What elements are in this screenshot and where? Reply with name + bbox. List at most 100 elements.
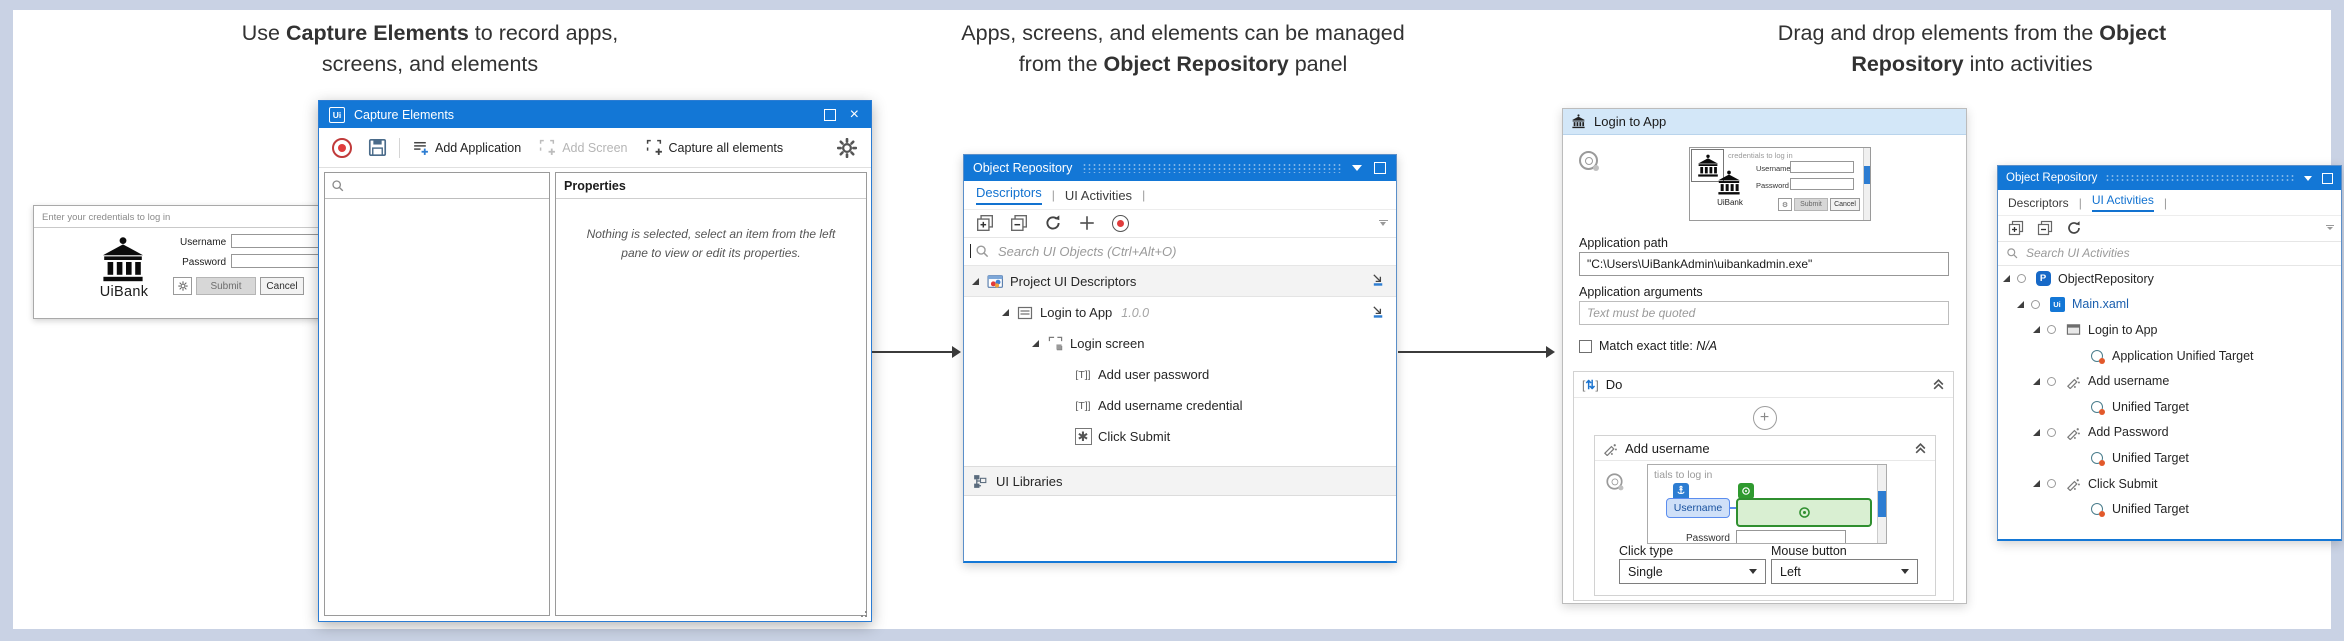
expander-icon[interactable] <box>1032 340 1039 347</box>
cancel-button[interactable]: Cancel <box>260 277 304 295</box>
tree-row[interactable]: Add Password <box>1998 420 2341 446</box>
splitter-grip-icon[interactable] <box>2326 225 2334 231</box>
tree-row[interactable]: ✱ Click Submit <box>964 421 1396 452</box>
dock-icon[interactable] <box>2322 172 2333 184</box>
add-icon[interactable] <box>1078 214 1096 232</box>
tree-row[interactable]: [T]] Add user password <box>964 359 1396 390</box>
splitter-grip-icon[interactable] <box>1379 220 1388 226</box>
app-screenshot-thumbnail[interactable]: credentials to log in UiBank Username Pa… <box>1689 147 1871 221</box>
type-into-icon <box>2064 372 2082 390</box>
caption-bold: Capture Elements <box>286 21 469 45</box>
expander-icon[interactable] <box>2033 377 2040 385</box>
expander-icon[interactable] <box>2017 300 2024 308</box>
expander-icon[interactable] <box>2033 326 2040 334</box>
ui-libraries-row[interactable]: UI Libraries <box>964 466 1396 496</box>
collapse-all-icon[interactable] <box>2037 220 2053 236</box>
gear-icon[interactable] <box>837 137 857 158</box>
collapse-chevron-icon[interactable] <box>1914 442 1927 455</box>
capture-search-input[interactable] <box>325 173 549 199</box>
breakpoint-circle-icon[interactable] <box>2047 376 2056 386</box>
add-application-icon <box>414 141 428 155</box>
click-type-dropdown[interactable]: Single <box>1619 559 1766 584</box>
tree-row[interactable]: P ObjectRepository <box>1998 266 2341 292</box>
add-username-header[interactable]: Add username <box>1595 436 1935 461</box>
tree-row[interactable]: Ui Main.xaml <box>1998 292 2341 318</box>
breakpoint-circle-icon[interactable] <box>2047 325 2056 335</box>
expand-all-icon[interactable] <box>976 214 994 232</box>
caption-bold: Object <box>2099 21 2167 45</box>
activity-header[interactable]: Login to App <box>1563 109 1966 135</box>
record-icon[interactable] <box>332 137 352 158</box>
expander-icon[interactable] <box>2003 275 2010 283</box>
do-header[interactable]: [⇅] Do <box>1574 372 1953 398</box>
expander-icon[interactable] <box>972 277 979 285</box>
collapse-all-icon[interactable] <box>1010 214 1028 232</box>
tree-row[interactable]: Click Submit <box>1998 471 2341 497</box>
repo-search-input[interactable]: Search UI Objects (Ctrl+Alt+O) <box>964 237 1396 266</box>
caption-capture-elements: Use Capture Elements to record apps, scr… <box>170 18 690 79</box>
dock-icon[interactable] <box>1374 162 1386 174</box>
tree-item-label: Login screen <box>1070 336 1145 351</box>
chevron-down-icon[interactable] <box>2304 175 2312 181</box>
tree-row[interactable]: Unified Target <box>1998 496 2341 522</box>
add-application-button[interactable]: Add Application <box>412 139 521 156</box>
expander-icon[interactable] <box>2033 428 2040 436</box>
flow-arrow-left <box>872 346 961 358</box>
add-screen-button[interactable]: Add Screen <box>539 139 628 156</box>
tree-row[interactable]: Project UI Descriptors <box>964 266 1396 297</box>
maximize-icon[interactable] <box>823 108 836 121</box>
password-input[interactable] <box>231 254 325 268</box>
unified-target-icon <box>2088 500 2106 518</box>
refresh-icon[interactable] <box>1044 214 1062 232</box>
tab-descriptors[interactable]: Descriptors <box>2008 196 2069 210</box>
settings-button[interactable] <box>173 277 192 295</box>
close-icon[interactable]: × <box>850 106 859 123</box>
expander-icon[interactable] <box>1002 309 1009 316</box>
application-path-input[interactable]: "C:\Users\UiBankAdmin\uibankadmin.exe" <box>1579 252 1949 276</box>
unified-target-icon <box>2088 398 2106 416</box>
tab-ui-activities[interactable]: UI Activities <box>2091 193 2154 212</box>
tree-row[interactable]: [T]] Add username credential <box>964 390 1396 421</box>
breakpoint-circle-icon[interactable] <box>2047 427 2056 437</box>
collapse-chevron-icon[interactable] <box>1932 378 1945 391</box>
tree-row[interactable]: Unified Target <box>1998 445 2341 471</box>
open-descriptor-icon[interactable] <box>1371 272 1386 290</box>
username-input[interactable] <box>231 234 325 248</box>
tree-row[interactable]: Unified Target <box>1998 394 2341 420</box>
match-exact-title-checkbox[interactable] <box>1579 340 1592 353</box>
tree-row[interactable]: Login to App <box>1998 317 2341 343</box>
capture-all-elements-button[interactable]: Capture all elements <box>646 139 783 156</box>
refresh-icon[interactable] <box>2066 220 2082 236</box>
open-descriptor-icon[interactable] <box>1371 304 1386 322</box>
uibank-window-title: Enter your credentials to log in <box>42 212 171 223</box>
tree-item-label: Click Submit <box>2088 476 2158 491</box>
application-arguments-input[interactable]: Text must be quoted <box>1579 301 1949 325</box>
breakpoint-circle-icon[interactable] <box>2047 479 2056 489</box>
save-icon[interactable] <box>368 138 387 157</box>
tab-ui-activities[interactable]: UI Activities <box>1065 188 1132 203</box>
expander-icon[interactable] <box>2033 480 2040 488</box>
tree-row[interactable]: Login screen <box>964 328 1396 359</box>
ui-libraries-label: UI Libraries <box>996 473 1063 489</box>
breakpoint-circle-icon[interactable] <box>2017 274 2026 284</box>
tree-row[interactable]: Login to App 1.0.0 <box>964 297 1396 328</box>
tree-row[interactable]: Add username <box>1998 368 2341 394</box>
tab-descriptors[interactable]: Descriptors <box>976 185 1042 205</box>
capture-elements-window: Ui Capture Elements × Add Application Ad… <box>318 100 872 622</box>
chevron-down-icon[interactable] <box>1352 165 1362 171</box>
breakpoint-circle-icon[interactable] <box>2031 299 2040 309</box>
unified-target-icon[interactable] <box>1579 151 1599 171</box>
add-activity-button[interactable]: + <box>1752 406 1777 430</box>
record-icon[interactable] <box>1112 214 1129 232</box>
unified-target-icon[interactable] <box>1606 473 1624 491</box>
object-repository-activities-panel: Object Repository Descriptors | UI Activ… <box>1997 165 2342 541</box>
expand-all-icon[interactable] <box>2008 220 2024 236</box>
resize-grip[interactable] <box>859 609 867 617</box>
tree-row[interactable]: Application Unified Target <box>1998 343 2341 369</box>
repo2-search-input[interactable]: Search UI Activities <box>1998 241 2341 266</box>
mouse-button-dropdown[interactable]: Left <box>1771 559 1918 584</box>
target-selection-thumbnail[interactable]: tials to log in Username Password <box>1647 464 1887 544</box>
caption-text: panel <box>1288 51 1348 76</box>
submit-button[interactable]: Submit <box>196 277 256 295</box>
add-username-activity: Add username tials to log in Username Pa… <box>1594 435 1936 596</box>
